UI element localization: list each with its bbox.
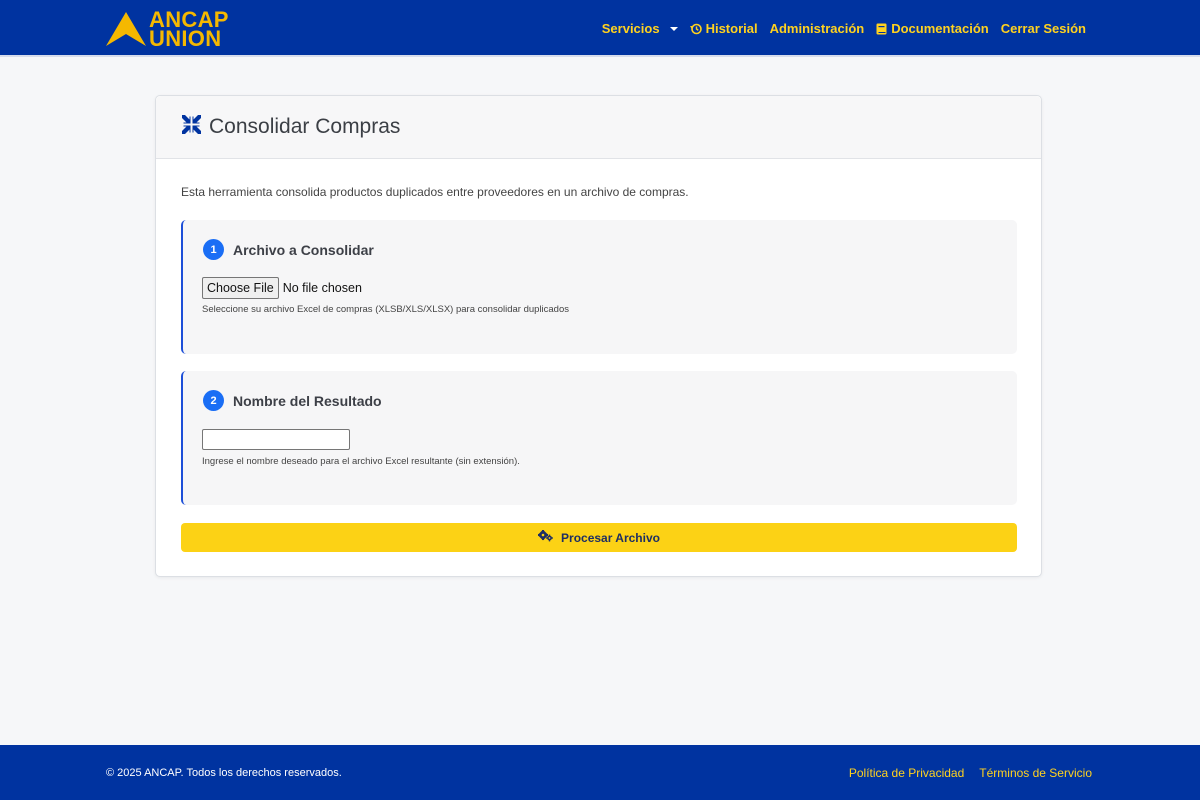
result-name-input[interactable] — [202, 429, 350, 450]
intro-text: Esta herramienta consolida productos dup… — [181, 185, 689, 199]
step-1-title: Archivo a Consolidar — [233, 241, 374, 258]
step-2-header: 2 Nombre del Resultado — [203, 390, 382, 411]
file-input[interactable]: Choose File No file chosen — [202, 277, 362, 299]
step-2-title: Nombre del Resultado — [233, 392, 382, 409]
history-icon — [689, 23, 702, 35]
nav-cerrar-sesion-label: Cerrar Sesión — [1000, 21, 1086, 36]
nav-servicios-dropdown[interactable]: Servicios — [602, 21, 678, 36]
nav-documentacion-label: Documentación — [891, 21, 989, 36]
top-navbar: ANCAP UNION Servicios Historial Administ… — [0, 0, 1200, 57]
footer: © 2025 ANCAP. Todos los derechos reserva… — [0, 745, 1200, 800]
card-header: Consolidar Compras — [156, 96, 1041, 159]
compress-arrows-icon — [181, 114, 202, 140]
main-nav: Servicios Historial Administración Docum… — [602, 0, 1086, 57]
result-name-help-text: Ingrese el nombre deseado para el archiv… — [202, 456, 520, 467]
consolidar-card: Consolidar Compras Esta herramienta cons… — [155, 95, 1042, 577]
nav-cerrar-sesion[interactable]: Cerrar Sesión — [1001, 21, 1086, 36]
copyright-text: © 2025 ANCAP. Todos los derechos reserva… — [106, 767, 342, 779]
nav-historial[interactable]: Historial — [689, 21, 758, 36]
procesar-archivo-button[interactable]: Procesar Archivo — [181, 523, 1017, 552]
file-status: No file chosen — [282, 281, 362, 295]
file-help-text: Seleccione su archivo Excel de compras (… — [202, 304, 569, 315]
book-icon — [876, 23, 887, 35]
brand-logo[interactable]: ANCAP UNION — [106, 9, 229, 51]
nav-historial-label: Historial — [705, 21, 758, 36]
nav-administracion-label: Administración — [769, 21, 865, 36]
gears-icon — [537, 529, 554, 545]
brand-line-2: UNION — [149, 26, 222, 51]
step-2-badge: 2 — [203, 390, 224, 411]
nav-servicios-label: Servicios — [601, 21, 660, 36]
footer-links: Política de Privacidad Términos de Servi… — [849, 766, 1092, 780]
page-title: Consolidar Compras — [209, 115, 401, 138]
step-archivo: 1 Archivo a Consolidar Choose File No fi… — [181, 220, 1017, 354]
choose-file-button[interactable]: Choose File — [202, 277, 279, 299]
chevron-down-icon — [669, 26, 678, 31]
brand-text: ANCAP UNION — [149, 9, 229, 51]
nav-administracion[interactable]: Administración — [770, 21, 865, 36]
step-nombre: 2 Nombre del Resultado Ingrese el nombre… — [181, 371, 1017, 505]
terms-link[interactable]: Términos de Servicio — [979, 766, 1092, 780]
privacy-link[interactable]: Política de Privacidad — [849, 766, 964, 780]
nav-documentacion[interactable]: Documentación — [876, 21, 989, 36]
ancap-triangle-logo-icon — [106, 12, 146, 46]
step-1-header: 1 Archivo a Consolidar — [203, 239, 374, 260]
step-1-badge: 1 — [203, 239, 224, 260]
procesar-archivo-label: Procesar Archivo — [561, 530, 660, 545]
